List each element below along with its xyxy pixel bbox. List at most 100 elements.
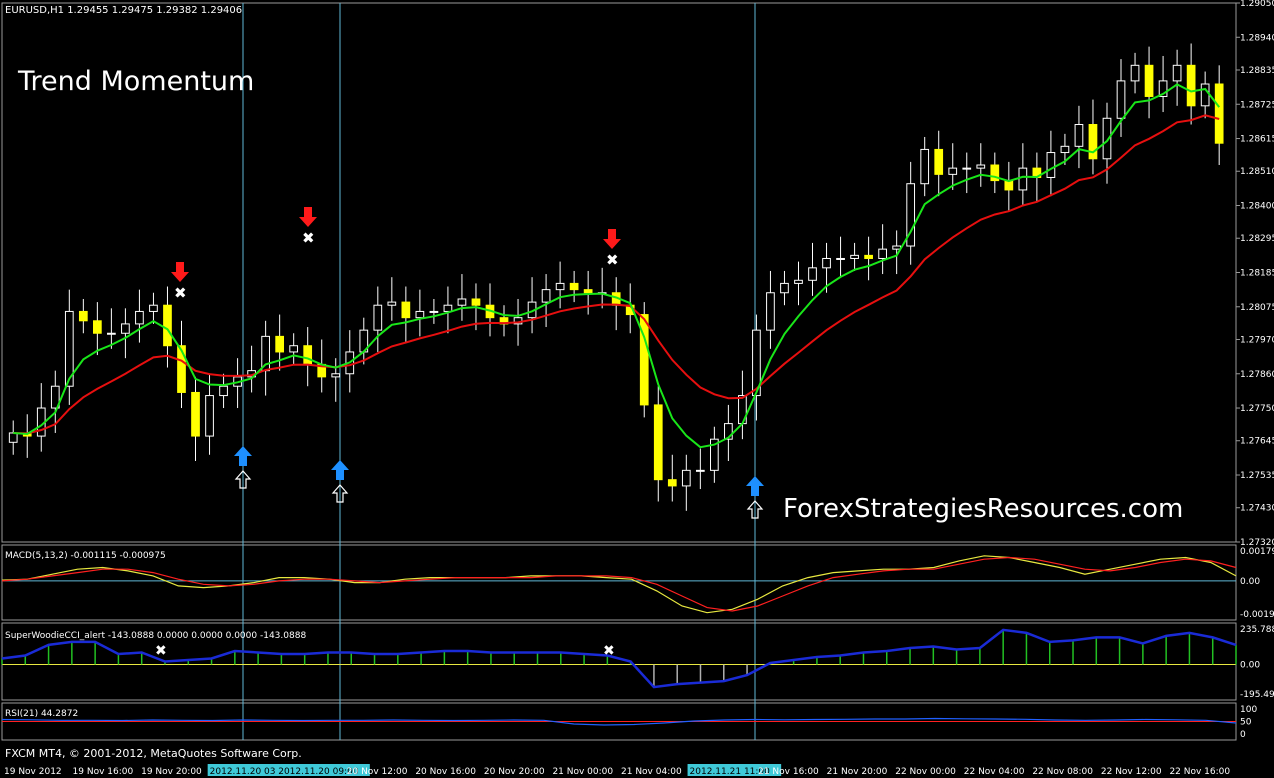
candle-body — [121, 323, 130, 334]
buy-arrow-icon — [234, 446, 252, 466]
macd-header: MACD(5,13,2) -0.001115 -0.000975 — [5, 551, 166, 561]
candle-body — [766, 292, 775, 331]
candle-body — [415, 310, 425, 319]
macd-axis-label: 0.00 — [1240, 577, 1260, 587]
time-tick-label: 20 Nov 12:00 — [347, 767, 408, 777]
exit-cross-icon: ✖ — [174, 284, 187, 302]
candle-body — [205, 395, 214, 437]
candle-body — [878, 248, 887, 259]
price-axis: 1.29050 1.28940 1.28835 1.28725 1.28615 1.285… — [1236, 0, 1274, 548]
candle-body — [387, 301, 397, 306]
candle-body — [948, 167, 958, 175]
candle-body — [219, 385, 228, 397]
candle-body — [1018, 167, 1028, 191]
candle-body — [163, 304, 172, 347]
price-tick-label: 1.28510 — [1240, 167, 1274, 177]
candle-body — [555, 282, 565, 291]
time-tick-label: 21 Nov 16:00 — [758, 767, 819, 777]
cci-axis-label: 235.7880 — [1240, 625, 1274, 635]
price-tick-label: 1.28295 — [1240, 234, 1274, 244]
price-tick-label: 1.28725 — [1240, 100, 1274, 110]
candle-body — [583, 289, 593, 294]
time-tick-label: 22 Nov 04:00 — [964, 767, 1025, 777]
panel-frames — [1, 2, 1237, 741]
time-tick-label: 21 Nov 04:00 — [621, 767, 682, 777]
candle-body — [191, 391, 200, 437]
candle-body — [8, 432, 18, 443]
macd-panel: 0.00179 0.00 -0.00198 — [1, 547, 1274, 620]
time-tick-label: 22 Nov 08:00 — [1032, 767, 1093, 777]
time-tick-label: 20 Nov 16:00 — [415, 767, 476, 777]
price-tick-label: 1.27535 — [1240, 471, 1274, 481]
candle-body — [92, 320, 102, 334]
rsi-axis-label: 50 — [1240, 718, 1252, 728]
candle-body — [976, 164, 986, 169]
buy-arrow-icon — [746, 476, 764, 496]
candle-body — [107, 332, 116, 335]
time-tick-label: 19 Nov 2012 — [4, 767, 62, 777]
price-tick-label: 1.28075 — [1240, 303, 1274, 313]
watermark: ForexStrategiesResources.com — [783, 494, 1183, 524]
sell-arrow-icon — [603, 229, 621, 249]
price-tick-label: 1.27750 — [1240, 404, 1274, 414]
sell-arrow-icon — [299, 207, 317, 227]
time-tick-label: 21 Nov 20:00 — [827, 767, 888, 777]
candle-body — [373, 304, 383, 331]
time-tick-label: 19 Nov 20:00 — [141, 767, 202, 777]
candle-body — [569, 282, 579, 291]
candle-body — [177, 345, 186, 393]
candle-body — [962, 167, 972, 170]
candle-body — [892, 245, 902, 250]
candle-body — [850, 254, 859, 259]
candle-body — [864, 254, 873, 259]
chart-title: Trend Momentum — [17, 66, 254, 97]
candle-body — [443, 304, 453, 312]
price-tick-label: 1.27430 — [1240, 504, 1274, 514]
price-tick-label: 1.27645 — [1240, 437, 1274, 447]
cci-header: SuperWoodieCCI_alert -143.0888 0.0000 0.… — [5, 631, 306, 641]
chart-canvas: ✖ ✖ ✖ 0.00179 0.00 -0.00198 235.7880 0.00 -195… — [1, 0, 1274, 777]
candle-body — [822, 257, 831, 269]
rsi-header: RSI(21) 44.2872 — [5, 709, 78, 719]
candle-body — [1144, 64, 1154, 97]
candle-body — [1130, 64, 1140, 82]
candle-body — [667, 479, 677, 487]
candle-body — [471, 298, 481, 306]
candle-body — [808, 267, 817, 281]
candle-body — [794, 279, 803, 284]
price-tick-label: 1.27320 — [1240, 538, 1274, 548]
candle-body — [331, 373, 341, 378]
time-tick-label: 21 Nov 00:00 — [552, 767, 613, 777]
macd-series-line — [1, 555, 1237, 614]
time-tick-label: 22 Nov 00:00 — [895, 767, 956, 777]
time-tick-label: 22 Nov 12:00 — [1101, 767, 1162, 777]
candle-body — [1200, 83, 1210, 107]
rsi-axis-label: 100 — [1240, 705, 1257, 715]
price-tick-label: 1.27970 — [1240, 335, 1274, 345]
candle-body — [695, 469, 705, 472]
candle-body — [275, 335, 285, 353]
time-axis: 19 Nov 2012 19 Nov 16:00 19 Nov 20:00 2012.… — [4, 764, 1230, 777]
cci-exit-cross-icon: ✖ — [603, 643, 615, 659]
macd-axis-label: -0.00198 — [1240, 610, 1274, 620]
price-tick-label: 1.28940 — [1240, 33, 1274, 43]
candle-body — [78, 310, 88, 322]
symbol-header: EURUSD,H1 1.29455 1.29475 1.29382 1.2940… — [5, 5, 242, 16]
candle-body — [429, 310, 439, 313]
buy-arrow-icon — [331, 460, 349, 480]
candle-body — [289, 345, 299, 353]
candle-body — [1186, 64, 1196, 107]
time-tick-label: 20 Nov 20:00 — [484, 767, 545, 777]
ema-slow-line — [13, 114, 1220, 435]
time-tick-label: 22 Nov 16:00 — [1169, 767, 1230, 777]
price-tick-label: 1.28185 — [1240, 269, 1274, 279]
candle-body — [920, 148, 930, 185]
time-tick-label: 19 Nov 16:00 — [73, 767, 134, 777]
candle-body — [681, 469, 691, 487]
copyright-footer: FXCM MT4, © 2001-2012, MetaQuotes Softwa… — [5, 747, 302, 760]
candle-body — [457, 298, 467, 306]
macd-axis-label: 0.00179 — [1240, 547, 1274, 557]
candle-body — [135, 310, 144, 325]
price-tick-label: 1.28400 — [1240, 202, 1274, 212]
candle-body — [401, 301, 411, 319]
